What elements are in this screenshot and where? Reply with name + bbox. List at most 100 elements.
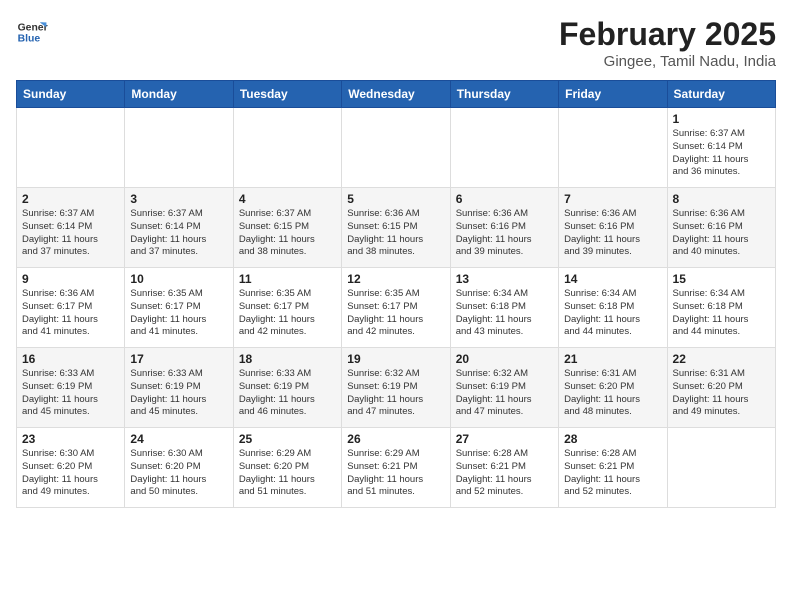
day-info: Sunrise: 6:32 AM Sunset: 6:19 PM Dayligh… <box>456 368 553 419</box>
calendar-cell-w0-d6: 1 Sunrise: 6:37 AM Sunset: 6:14 PM Daylig… <box>667 108 775 188</box>
weekday-header-monday: Monday <box>125 81 233 108</box>
calendar-cell-w2-d2: 11Sunrise: 6:35 AM Sunset: 6:17 PM Dayli… <box>233 268 341 348</box>
calendar-cell-w0-d0 <box>17 108 125 188</box>
day-info: Sunrise: 6:37 AM Sunset: 6:14 PM Dayligh… <box>673 128 770 179</box>
weekday-header-friday: Friday <box>559 81 667 108</box>
day-number: 20 <box>456 352 553 366</box>
day-number: 2 <box>22 192 119 206</box>
logo-icon: General Blue <box>16 16 48 48</box>
calendar-cell-w0-d1 <box>125 108 233 188</box>
day-number: 18 <box>239 352 336 366</box>
calendar-cell-w1-d6: 8 Sunrise: 6:36 AM Sunset: 6:16 PM Daylig… <box>667 188 775 268</box>
calendar-cell-w3-d2: 18 Sunrise: 6:33 AM Sunset: 6:19 PM Dayli… <box>233 348 341 428</box>
calendar-cell-w2-d5: 14 Sunrise: 6:34 AM Sunset: 6:18 PM Dayli… <box>559 268 667 348</box>
calendar-cell-w3-d5: 21 Sunrise: 6:31 AM Sunset: 6:20 PM Dayli… <box>559 348 667 428</box>
day-number: 14 <box>564 272 661 286</box>
day-info: Sunrise: 6:35 AM Sunset: 6:17 PM Dayligh… <box>347 288 444 339</box>
day-number: 21 <box>564 352 661 366</box>
calendar-cell-w2-d3: 12 Sunrise: 6:35 AM Sunset: 6:17 PM Dayli… <box>342 268 450 348</box>
calendar-cell-w1-d4: 6 Sunrise: 6:36 AM Sunset: 6:16 PM Daylig… <box>450 188 558 268</box>
day-info: Sunrise: 6:31 AM Sunset: 6:20 PM Dayligh… <box>564 368 661 419</box>
calendar-cell-w2-d0: 9Sunrise: 6:36 AM Sunset: 6:17 PM Daylig… <box>17 268 125 348</box>
day-info: Sunrise: 6:31 AM Sunset: 6:20 PM Dayligh… <box>673 368 770 419</box>
day-info: Sunrise: 6:33 AM Sunset: 6:19 PM Dayligh… <box>130 368 227 419</box>
calendar-cell-w3-d0: 16Sunrise: 6:33 AM Sunset: 6:19 PM Dayli… <box>17 348 125 428</box>
day-info: Sunrise: 6:29 AM Sunset: 6:20 PM Dayligh… <box>239 448 336 499</box>
calendar-cell-w4-d2: 25 Sunrise: 6:29 AM Sunset: 6:20 PM Dayli… <box>233 428 341 508</box>
calendar-table: SundayMondayTuesdayWednesdayThursdayFrid… <box>16 80 776 508</box>
calendar-title: February 2025 <box>559 16 776 53</box>
day-info: Sunrise: 6:32 AM Sunset: 6:19 PM Dayligh… <box>347 368 444 419</box>
day-info: Sunrise: 6:33 AM Sunset: 6:19 PM Dayligh… <box>239 368 336 419</box>
calendar-cell-w3-d4: 20 Sunrise: 6:32 AM Sunset: 6:19 PM Dayli… <box>450 348 558 428</box>
week-row-2: 9Sunrise: 6:36 AM Sunset: 6:17 PM Daylig… <box>17 268 776 348</box>
title-area: February 2025 Gingee, Tamil Nadu, India <box>559 16 776 70</box>
weekday-header-saturday: Saturday <box>667 81 775 108</box>
page-header: General Blue February 2025 Gingee, Tamil… <box>16 16 776 70</box>
day-info: Sunrise: 6:37 AM Sunset: 6:14 PM Dayligh… <box>22 208 119 259</box>
calendar-cell-w1-d0: 2 Sunrise: 6:37 AM Sunset: 6:14 PM Daylig… <box>17 188 125 268</box>
day-number: 5 <box>347 192 444 206</box>
day-number: 13 <box>456 272 553 286</box>
day-info: Sunrise: 6:36 AM Sunset: 6:16 PM Dayligh… <box>564 208 661 259</box>
day-number: 1 <box>673 112 770 126</box>
day-number: 28 <box>564 432 661 446</box>
day-info: Sunrise: 6:30 AM Sunset: 6:20 PM Dayligh… <box>130 448 227 499</box>
calendar-cell-w2-d1: 10 Sunrise: 6:35 AM Sunset: 6:17 PM Dayli… <box>125 268 233 348</box>
day-number: 9 <box>22 272 119 286</box>
calendar-cell-w3-d1: 17Sunrise: 6:33 AM Sunset: 6:19 PM Dayli… <box>125 348 233 428</box>
svg-text:Blue: Blue <box>18 34 41 45</box>
day-number: 26 <box>347 432 444 446</box>
calendar-cell-w4-d6 <box>667 428 775 508</box>
calendar-cell-w0-d3 <box>342 108 450 188</box>
calendar-cell-w1-d2: 4Sunrise: 6:37 AM Sunset: 6:15 PM Daylig… <box>233 188 341 268</box>
week-row-3: 16Sunrise: 6:33 AM Sunset: 6:19 PM Dayli… <box>17 348 776 428</box>
day-info: Sunrise: 6:35 AM Sunset: 6:17 PM Dayligh… <box>239 288 336 339</box>
day-number: 3 <box>130 192 227 206</box>
day-info: Sunrise: 6:34 AM Sunset: 6:18 PM Dayligh… <box>456 288 553 339</box>
logo: General Blue <box>16 16 48 48</box>
week-row-4: 23 Sunrise: 6:30 AM Sunset: 6:20 PM Dayli… <box>17 428 776 508</box>
calendar-cell-w2-d4: 13 Sunrise: 6:34 AM Sunset: 6:18 PM Dayli… <box>450 268 558 348</box>
day-number: 6 <box>456 192 553 206</box>
day-number: 8 <box>673 192 770 206</box>
day-info: Sunrise: 6:34 AM Sunset: 6:18 PM Dayligh… <box>564 288 661 339</box>
day-number: 24 <box>130 432 227 446</box>
calendar-cell-w0-d2 <box>233 108 341 188</box>
day-info: Sunrise: 6:33 AM Sunset: 6:19 PM Dayligh… <box>22 368 119 419</box>
day-number: 15 <box>673 272 770 286</box>
weekday-header-sunday: Sunday <box>17 81 125 108</box>
weekday-header-row: SundayMondayTuesdayWednesdayThursdayFrid… <box>17 81 776 108</box>
weekday-header-thursday: Thursday <box>450 81 558 108</box>
day-number: 12 <box>347 272 444 286</box>
calendar-cell-w1-d3: 5 Sunrise: 6:36 AM Sunset: 6:15 PM Daylig… <box>342 188 450 268</box>
day-number: 22 <box>673 352 770 366</box>
week-row-0: 1 Sunrise: 6:37 AM Sunset: 6:14 PM Daylig… <box>17 108 776 188</box>
calendar-cell-w1-d5: 7 Sunrise: 6:36 AM Sunset: 6:16 PM Daylig… <box>559 188 667 268</box>
weekday-header-wednesday: Wednesday <box>342 81 450 108</box>
calendar-cell-w4-d3: 26 Sunrise: 6:29 AM Sunset: 6:21 PM Dayli… <box>342 428 450 508</box>
day-info: Sunrise: 6:36 AM Sunset: 6:15 PM Dayligh… <box>347 208 444 259</box>
day-info: Sunrise: 6:28 AM Sunset: 6:21 PM Dayligh… <box>456 448 553 499</box>
day-info: Sunrise: 6:30 AM Sunset: 6:20 PM Dayligh… <box>22 448 119 499</box>
day-info: Sunrise: 6:36 AM Sunset: 6:16 PM Dayligh… <box>456 208 553 259</box>
calendar-subtitle: Gingee, Tamil Nadu, India <box>559 53 776 70</box>
day-info: Sunrise: 6:36 AM Sunset: 6:16 PM Dayligh… <box>673 208 770 259</box>
day-number: 25 <box>239 432 336 446</box>
day-number: 10 <box>130 272 227 286</box>
calendar-cell-w0-d4 <box>450 108 558 188</box>
day-info: Sunrise: 6:37 AM Sunset: 6:14 PM Dayligh… <box>130 208 227 259</box>
day-number: 7 <box>564 192 661 206</box>
calendar-cell-w4-d4: 27Sunrise: 6:28 AM Sunset: 6:21 PM Dayli… <box>450 428 558 508</box>
weekday-header-tuesday: Tuesday <box>233 81 341 108</box>
day-number: 19 <box>347 352 444 366</box>
day-number: 23 <box>22 432 119 446</box>
day-info: Sunrise: 6:35 AM Sunset: 6:17 PM Dayligh… <box>130 288 227 339</box>
calendar-cell-w4-d5: 28Sunrise: 6:28 AM Sunset: 6:21 PM Dayli… <box>559 428 667 508</box>
calendar-cell-w4-d0: 23 Sunrise: 6:30 AM Sunset: 6:20 PM Dayli… <box>17 428 125 508</box>
calendar-cell-w3-d3: 19 Sunrise: 6:32 AM Sunset: 6:19 PM Dayli… <box>342 348 450 428</box>
calendar-cell-w4-d1: 24 Sunrise: 6:30 AM Sunset: 6:20 PM Dayli… <box>125 428 233 508</box>
calendar-cell-w2-d6: 15 Sunrise: 6:34 AM Sunset: 6:18 PM Dayli… <box>667 268 775 348</box>
day-info: Sunrise: 6:29 AM Sunset: 6:21 PM Dayligh… <box>347 448 444 499</box>
day-info: Sunrise: 6:34 AM Sunset: 6:18 PM Dayligh… <box>673 288 770 339</box>
